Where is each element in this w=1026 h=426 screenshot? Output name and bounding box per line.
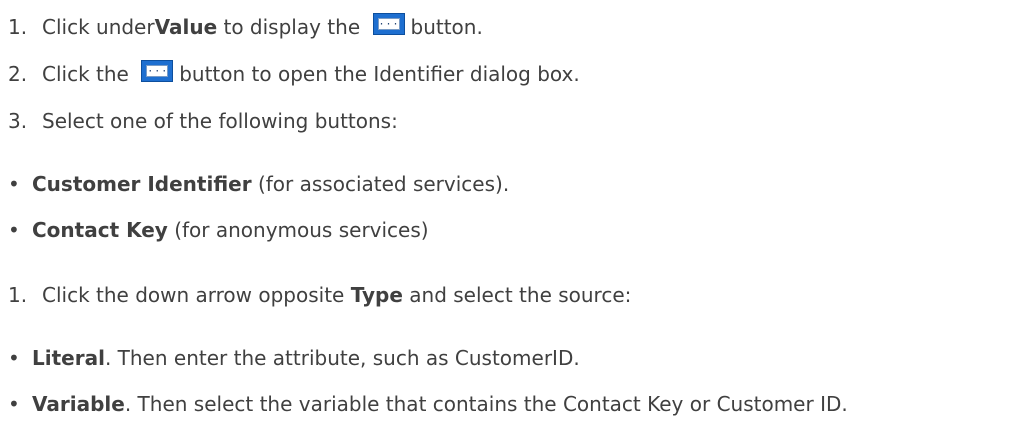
step-number: 1. [8, 283, 28, 307]
step-text: Select one of the following buttons: [42, 109, 398, 133]
bullet: • [8, 392, 20, 416]
step-text: to display the [217, 15, 367, 39]
step-bold: Type [350, 283, 403, 307]
list-item: • Contact Key (for anonymous services) [0, 217, 429, 243]
browse-button-icon: ··· [372, 13, 405, 35]
step-text: button to open the Identifier dialog box… [179, 62, 580, 86]
step-text: button. [410, 15, 483, 39]
bullet: • [8, 346, 20, 370]
step-bold: Value [154, 15, 218, 39]
list-item: • Customer Identifier (for associated se… [0, 171, 509, 197]
step-1: 1. Click under Value to display the ··· … [0, 13, 483, 40]
step-2: 2. Click the ··· button to open the Iden… [0, 60, 580, 87]
item-text: (for associated services). [251, 172, 510, 196]
step-3: 3. Select one of the following buttons: [0, 108, 398, 134]
step-text: Click under [42, 15, 155, 39]
item-bold: Literal [32, 346, 105, 370]
item-text: (for anonymous services) [167, 218, 429, 242]
item-bold: Variable [32, 392, 125, 416]
step-number: 2. [8, 62, 28, 86]
item-text: . Then enter the attribute, such as Cust… [104, 346, 580, 370]
step-4: 1. Click the down arrow opposite Type an… [0, 282, 631, 308]
bullet: • [8, 218, 20, 242]
step-text: and select the source: [402, 283, 632, 307]
bullet: • [8, 172, 20, 196]
item-text: . Then select the variable that contains… [124, 392, 848, 416]
list-item: • Literal . Then enter the attribute, su… [0, 345, 580, 371]
step-number: 1. [8, 15, 28, 39]
step-number: 3. [8, 109, 28, 133]
list-item: • Variable . Then select the variable th… [0, 391, 848, 417]
item-bold: Customer Identifier [32, 172, 252, 196]
browse-button-icon: ··· [141, 60, 174, 82]
step-text: Click the [42, 62, 136, 86]
step-text: Click the down arrow opposite [42, 283, 351, 307]
item-bold: Contact Key [32, 218, 168, 242]
